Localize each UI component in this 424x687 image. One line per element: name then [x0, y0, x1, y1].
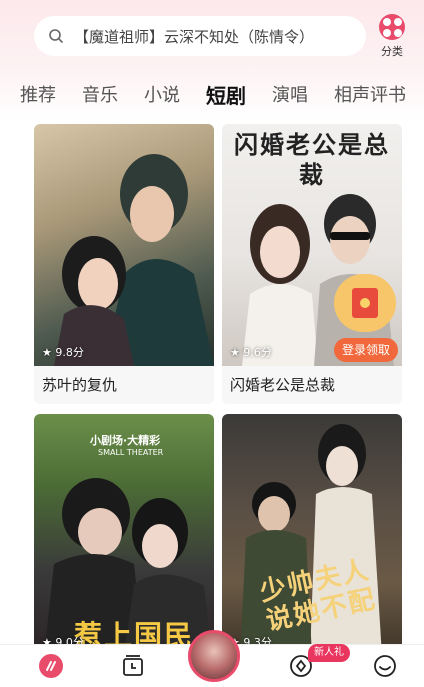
drama-cover-image: ★ 9.8分: [34, 124, 214, 366]
tab-music[interactable]: 音乐: [82, 81, 118, 107]
reward-envelope-icon[interactable]: [334, 274, 396, 332]
drama-cover-image: 少帅夫人说她不配 ★ 9.3分: [222, 414, 402, 656]
grid-icon: [379, 14, 405, 40]
tab-short-drama[interactable]: 短剧: [206, 80, 246, 114]
new-user-gift-badge: 新人礼: [308, 644, 350, 662]
category-button[interactable]: 分类: [372, 14, 412, 62]
drama-cover-image: 闪婚老公是总裁 登录领取 ★ 9.6分: [222, 124, 402, 366]
rating-label: ★ 9.6分: [230, 346, 272, 359]
rating-label: ★ 9.8分: [42, 346, 84, 359]
login-reward-button[interactable]: 登录领取: [333, 338, 398, 362]
home-icon[interactable]: [38, 653, 64, 679]
tab-recommend[interactable]: 推荐: [20, 81, 56, 107]
tab-concert[interactable]: 演唱: [272, 81, 308, 107]
category-label: 分类: [381, 45, 403, 58]
now-playing-avatar[interactable]: [188, 630, 240, 682]
drama-card[interactable]: 少帅夫人说她不配 ★ 9.3分: [222, 414, 402, 656]
drama-card[interactable]: 闪婚老公是总裁 登录领取 ★ 9.6分 闪婚老公是总裁: [222, 124, 402, 404]
search-bar[interactable]: 【魔道祖师】云深不知处（陈情令）: [34, 16, 366, 56]
profile-icon[interactable]: [372, 653, 398, 679]
drama-card[interactable]: ★ 9.8分 苏叶的复仇: [34, 124, 214, 404]
drama-card[interactable]: 小剧场·大精彩 SMALL THEATER 惹上国民 ★ 9.0分: [34, 414, 214, 656]
tab-novel[interactable]: 小说: [144, 81, 180, 107]
tab-crosstalk-storytelling[interactable]: 相声评书: [334, 81, 406, 107]
drama-title: 闪婚老公是总裁: [222, 366, 402, 404]
tab-bar: 推荐 音乐 小说 短剧 演唱 相声评书: [0, 74, 424, 114]
drama-title: 苏叶的复仇: [34, 366, 214, 404]
search-placeholder: 【魔道祖师】云深不知处（陈情令）: [74, 27, 315, 46]
search-icon: [49, 29, 63, 43]
cover-illustration: [54, 154, 214, 366]
drama-cover-image: 小剧场·大精彩 SMALL THEATER 惹上国民 ★ 9.0分: [34, 414, 214, 656]
history-icon[interactable]: [120, 653, 146, 679]
